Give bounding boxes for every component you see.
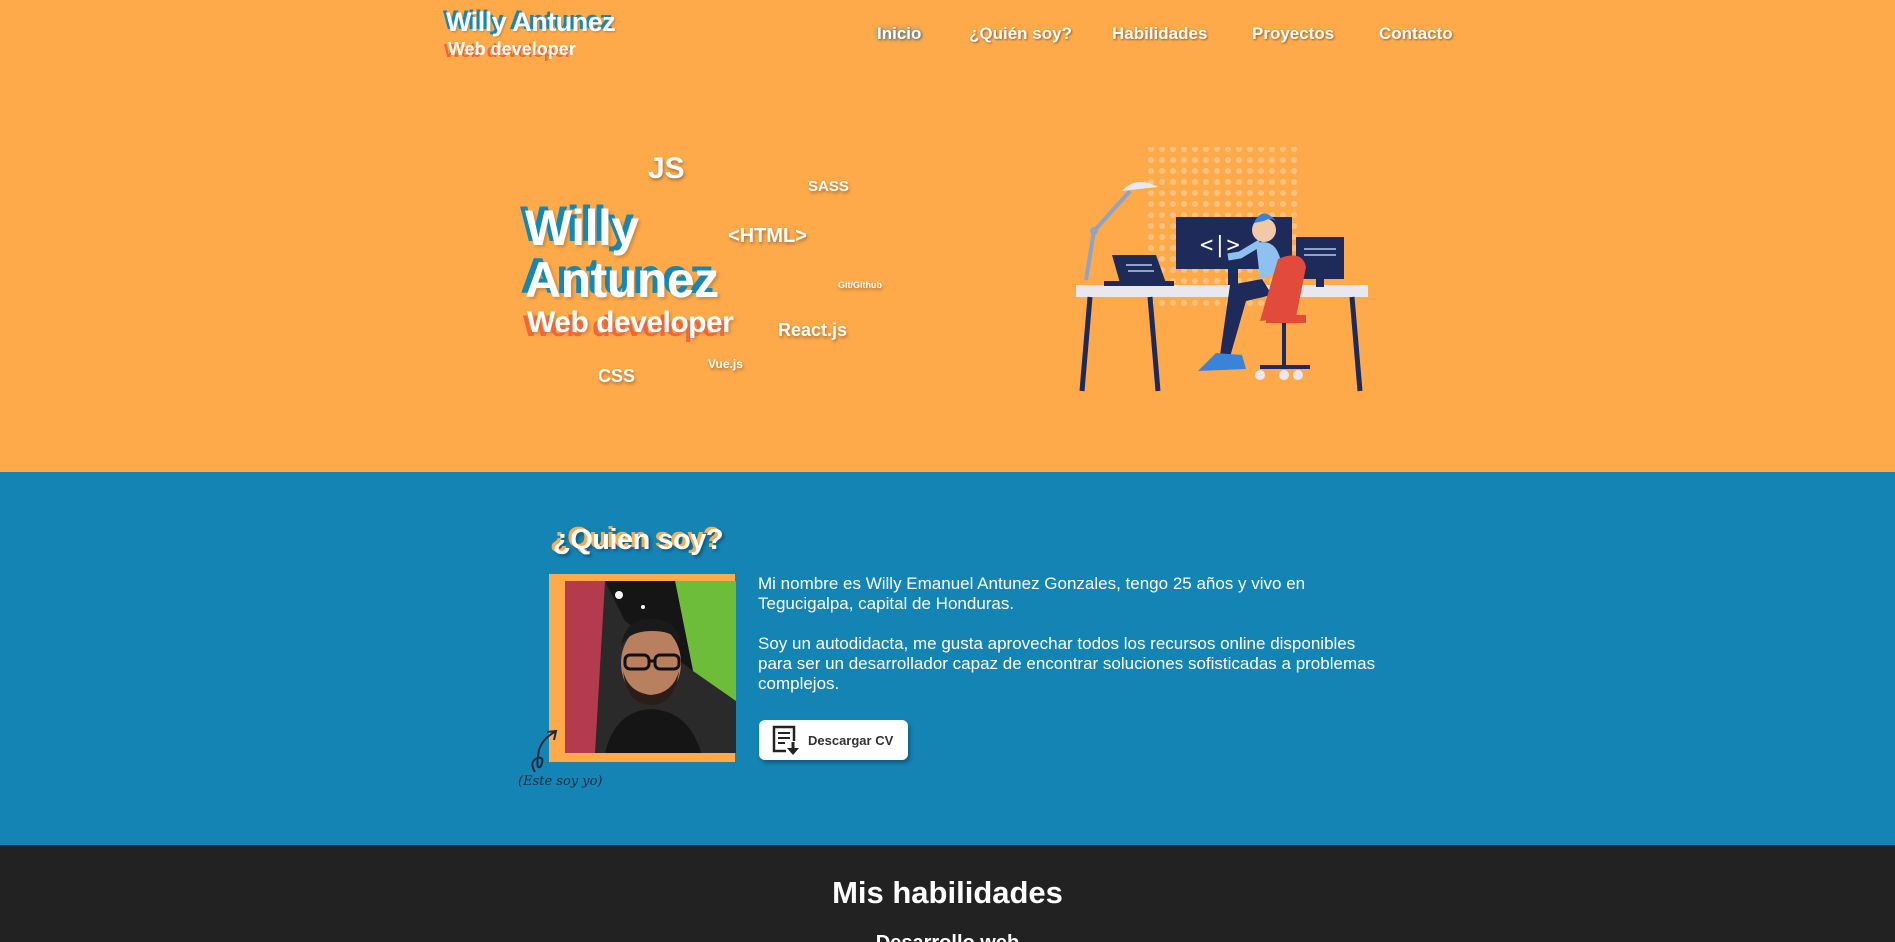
tech-tag-css: CSS [598,366,636,386]
skills-title: Mis habilidades [832,875,1063,910]
tech-tag-vue: Vue.js [708,357,743,371]
download-document-icon [772,725,800,755]
hero-title-last-name: Antunez [525,252,719,308]
hero-title-first-name: Willy [525,200,639,256]
download-cv-label: Descargar CV [808,732,894,748]
tech-tag-react: React.js [778,320,848,340]
skills-subtitle: Desarrollo web [0,932,1895,942]
nav-link-quien-soy[interactable]: ¿Quién soy? [969,24,1072,44]
profile-photo [565,581,736,753]
nav-link-contacto[interactable]: Contacto [1379,24,1453,44]
curly-arrow-icon [531,729,558,773]
nav-link-proyectos[interactable]: Proyectos [1252,24,1334,44]
about-paragraph-1: Mi nombre es Willy Emanuel Antunez Gonza… [758,574,1306,613]
about-description: Mi nombre es Willy Emanuel Antunez Gonza… [758,574,1388,694]
about-title: ¿Quien soy? [553,524,724,556]
nav-link-inicio[interactable]: Inicio [877,24,921,44]
tech-tag-js: JS [648,152,685,185]
tech-tag-sass: SASS [808,178,849,195]
nav-link-habilidades[interactable]: Habilidades [1112,24,1207,44]
hero-title: Willy Antunez [525,202,719,306]
tech-tag-html: <HTML> [728,225,807,247]
developer-at-desk-illustration: <|> [1076,147,1368,392]
about-paragraph-2: Soy un autodidacta, me gusta aprovechar … [758,634,1376,693]
tech-tag-git: Git/Github [838,280,882,290]
profile-photo-frame [549,574,736,762]
main-nav: Inicio ¿Quién soy? Habilidades Proyectos… [0,24,1895,48]
hero-role: Web developer [527,306,734,339]
hero-section: Willy Antunez Web developer Inicio ¿Quié… [0,0,1895,472]
download-cv-button[interactable]: Descargar CV [759,720,908,760]
skills-section: Mis habilidades Desarrollo web [0,845,1895,942]
photo-caption: (Este soy yo) [518,774,603,789]
about-section: ¿Quien soy? (Este soy yo) Mi nombre es W… [0,472,1895,845]
